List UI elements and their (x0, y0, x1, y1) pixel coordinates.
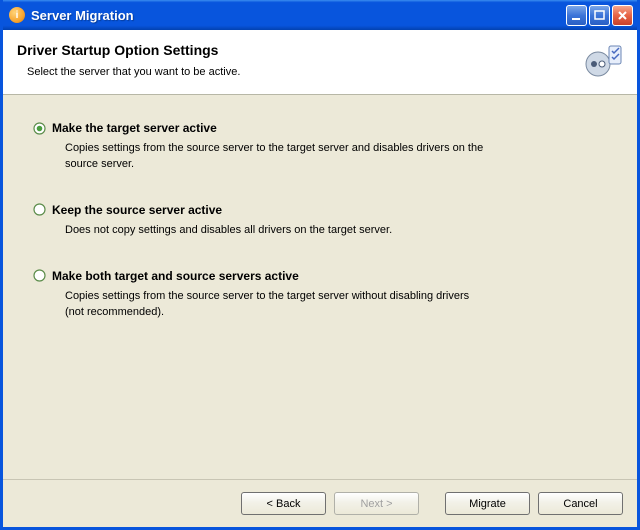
back-button[interactable]: < Back (241, 492, 326, 515)
radio-description: Copies settings from the source server t… (65, 141, 485, 173)
titlebar[interactable]: i Server Migration (3, 0, 637, 30)
window: i Server Migration Driver Startup Option… (0, 0, 640, 530)
header-text: Driver Startup Option Settings Select th… (17, 42, 577, 78)
radio-description: Does not copy settings and disables all … (65, 223, 485, 239)
window-title: Server Migration (31, 8, 566, 23)
page-subtitle: Select the server that you want to be ac… (27, 66, 577, 78)
radio-description: Copies settings from the source server t… (65, 289, 485, 321)
settings-icon (585, 42, 623, 80)
radio-icon[interactable] (33, 203, 46, 216)
minimize-button[interactable] (566, 5, 587, 26)
cancel-button[interactable]: Cancel (538, 492, 623, 515)
server-option-group: Make the target server active Copies set… (33, 121, 607, 321)
wizard-content: Make the target server active Copies set… (3, 95, 637, 479)
radio-label: Make both target and source servers acti… (52, 269, 299, 283)
titlebar-controls (566, 5, 633, 26)
option-target-active: Make the target server active Copies set… (33, 121, 607, 173)
option-source-active: Keep the source server active Does not c… (33, 203, 607, 239)
app-icon: i (9, 7, 25, 23)
radio-label: Keep the source server active (52, 203, 222, 217)
wizard-header: Driver Startup Option Settings Select th… (3, 30, 637, 95)
close-button[interactable] (612, 5, 633, 26)
migrate-button[interactable]: Migrate (445, 492, 530, 515)
radio-row[interactable]: Make both target and source servers acti… (33, 269, 607, 283)
next-button[interactable]: Next > (334, 492, 419, 515)
wizard-footer: < Back Next > Migrate Cancel (3, 479, 637, 527)
radio-row[interactable]: Make the target server active (33, 121, 607, 135)
radio-icon[interactable] (33, 122, 46, 135)
radio-icon[interactable] (33, 269, 46, 282)
button-spacer (427, 492, 437, 515)
radio-label: Make the target server active (52, 121, 217, 135)
radio-row[interactable]: Keep the source server active (33, 203, 607, 217)
page-title: Driver Startup Option Settings (17, 42, 577, 58)
maximize-button[interactable] (589, 5, 610, 26)
option-both-active: Make both target and source servers acti… (33, 269, 607, 321)
